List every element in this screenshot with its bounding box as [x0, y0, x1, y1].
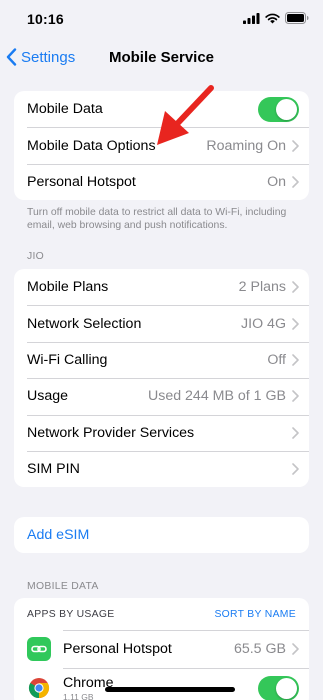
network-selection-label: Network Selection: [27, 315, 142, 332]
app-name: Personal Hotspot: [63, 641, 172, 657]
chevron-right-icon: [292, 354, 299, 366]
chevron-right-icon: [292, 281, 299, 293]
carrier-section-header: JIO: [27, 251, 45, 262]
mobile-data-footnote: Turn off mobile data to restrict all dat…: [27, 207, 287, 231]
app-usage-value: 1.11 GB: [63, 691, 94, 700]
status-bar: 10:16: [0, 0, 323, 40]
apps-by-usage-label: APPS BY USAGE: [27, 608, 115, 620]
mobile-data-options-label: Mobile Data Options: [27, 137, 156, 154]
mobile-plans-label: Mobile Plans: [27, 279, 109, 296]
cellular-signal-icon: [243, 12, 260, 24]
chevron-right-icon: [292, 317, 299, 330]
status-time: 10:16: [27, 11, 64, 27]
chevron-right-icon: [292, 426, 299, 439]
chevron-right-icon: [292, 176, 299, 188]
chevron-right-icon: [292, 463, 299, 475]
status-icons: [243, 12, 309, 24]
mobile-data-label: Mobile Data: [27, 101, 103, 118]
mobile-data-row: Mobile Data: [14, 91, 309, 127]
chevron-right-icon: [292, 390, 299, 403]
esim-group: Add eSIM: [14, 517, 309, 554]
wifi-calling-value: Off: [267, 351, 286, 368]
chrome-icon: [27, 676, 51, 700]
chevron-right-icon: [292, 643, 299, 655]
add-esim-button[interactable]: Add eSIM: [14, 517, 309, 553]
sim-pin-row[interactable]: SIM PIN: [14, 450, 309, 487]
toggle-knob: [276, 677, 297, 699]
hotspot-icon: [27, 637, 51, 661]
usage-row[interactable]: Usage Used 244 MB of 1 GB: [14, 378, 309, 414]
add-esim-label: Add eSIM: [27, 527, 90, 544]
usage-label: Usage: [27, 388, 69, 405]
wifi-icon: [265, 13, 280, 23]
mobile-data-options-value: Roaming On: [206, 137, 286, 154]
mobile-data-toggle[interactable]: [258, 96, 299, 122]
mobile-data-section-header: MOBILE DATA: [27, 581, 99, 592]
personal-hotspot-row[interactable]: Personal Hotspot On: [14, 163, 309, 200]
battery-icon: [285, 12, 309, 24]
page-title: Mobile Service: [108, 49, 215, 66]
mobile-data-group: Mobile Data Mobile Data Options Roaming …: [14, 91, 309, 201]
network-provider-services-row[interactable]: Network Provider Services: [14, 414, 309, 451]
apps-usage-group: APPS BY USAGE SORT BY NAME Personal Hots…: [14, 598, 309, 700]
sort-by-name-button[interactable]: SORT BY NAME: [214, 609, 296, 620]
mobile-data-options-row[interactable]: Mobile Data Options Roaming On: [14, 127, 309, 163]
network-selection-value: JIO 4G: [241, 315, 286, 332]
personal-hotspot-label: Personal Hotspot: [27, 173, 136, 190]
chrome-data-toggle[interactable]: [258, 675, 299, 700]
mobile-plans-value: 2 Plans: [238, 279, 286, 296]
apps-usage-header: APPS BY USAGE SORT BY NAME: [14, 598, 309, 630]
usage-value: Used 244 MB of 1 GB: [147, 388, 286, 405]
personal-hotspot-value: On: [267, 173, 286, 190]
sim-pin-label: SIM PIN: [27, 461, 80, 478]
network-provider-services-label: Network Provider Services: [27, 424, 195, 441]
network-selection-row[interactable]: Network Selection JIO 4G: [14, 305, 309, 341]
home-indicator: [105, 687, 235, 692]
toggle-knob: [276, 98, 297, 120]
mobile-plans-row[interactable]: Mobile Plans 2 Plans: [14, 269, 309, 305]
app-row-chrome: Chrome 1.11 GB: [14, 668, 309, 700]
app-usage-value: 65.5 GB: [233, 641, 286, 657]
app-row-personal-hotspot[interactable]: Personal Hotspot 65.5 GB: [14, 630, 309, 668]
carrier-group: Mobile Plans 2 Plans Network Selection J…: [14, 269, 309, 488]
navigation-bar: Settings Mobile Service: [0, 40, 323, 78]
wifi-calling-row[interactable]: Wi-Fi Calling Off: [14, 341, 309, 378]
wifi-calling-label: Wi-Fi Calling: [27, 351, 108, 368]
chevron-right-icon: [292, 139, 299, 152]
